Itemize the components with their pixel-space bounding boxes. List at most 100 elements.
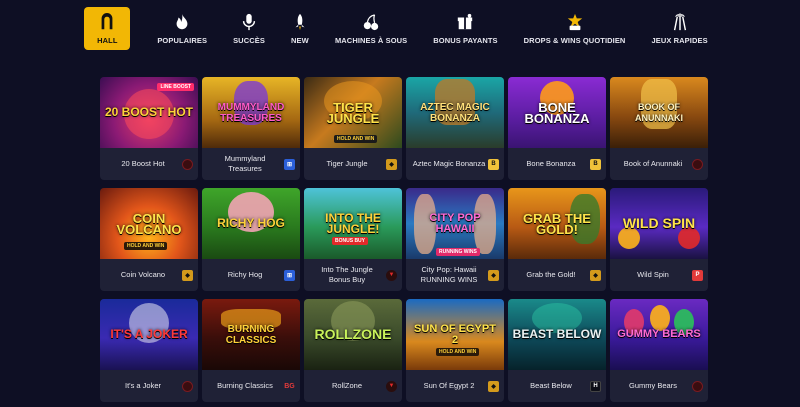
game-card-wild-spin[interactable]: WILD SPIN Wild Spin P — [610, 188, 708, 291]
game-title: Book of Anunnaki — [623, 159, 683, 168]
game-thumbnail[interactable]: GRAB THE GOLD! — [508, 188, 606, 259]
game-art-title: BONE BONANZA — [524, 99, 590, 126]
game-info: Aztec Magic Bonanza B — [406, 148, 504, 180]
nav-label: BONUS PAYANTS — [433, 36, 498, 45]
game-art-title: IT'S A JOKER — [110, 327, 188, 341]
nav-item-drops-wins[interactable]: DROPS & WINS QUOTIDIEN — [516, 7, 634, 50]
game-title: RollZone — [331, 381, 362, 390]
p-provider-icon: P — [692, 269, 703, 281]
game-art-title: MUMMYLAND TREASURES — [217, 101, 285, 124]
game-art-title: ROLLZONE — [314, 326, 392, 342]
game-thumbnail[interactable]: HOLD AND WIN TIGER JUNGLE — [304, 77, 402, 148]
gold-shield-provider-icon: ◆ — [488, 269, 499, 281]
game-card-aztec-magic-bonanza[interactable]: AZTEC MAGIC BONANZA Aztec Magic Bonanza … — [406, 77, 504, 180]
game-title: 20 Boost Hot — [121, 159, 165, 168]
game-thumbnail[interactable]: ROLLZONE — [304, 299, 402, 370]
game-title: Wild Spin — [637, 270, 669, 279]
nav-label: NEW — [291, 36, 309, 45]
dark-round-provider-icon — [692, 380, 703, 392]
nav-label: JEUX RAPIDES — [651, 36, 708, 45]
game-card-grab-the-gold[interactable]: GRAB THE GOLD! Grab the Gold! ◆ — [508, 188, 606, 291]
game-thumbnail[interactable]: RICHY HOG — [202, 188, 300, 259]
nav-item-machines-a-sous[interactable]: MACHINES À SOUS — [327, 7, 415, 50]
game-title: Aztec Magic Bonanza — [412, 159, 486, 168]
nav-item-new[interactable]: NEW — [283, 7, 317, 50]
b-provider-icon: B — [488, 158, 499, 170]
game-card-book-of-anunnaki[interactable]: BOOK OF ANUNNAKI Book of Anunnaki — [610, 77, 708, 180]
nav-label: HALL — [97, 36, 118, 45]
game-card-into-the-jungle[interactable]: BONUS BUY INTO THE JUNGLE! Into The Jung… — [304, 188, 402, 291]
nav-item-populaires[interactable]: POPULAIRES — [149, 7, 215, 50]
game-card-sun-of-egypt-2[interactable]: HOLD AND WIN SUN OF EGYPT 2 Sun Of Egypt… — [406, 299, 504, 402]
game-art-tag: HOLD AND WIN — [436, 348, 480, 356]
category-nav: HALL POPULAIRES SUCCÈS NEW MACHINES À SO… — [0, 0, 800, 58]
game-info: City Pop: Hawaii RUNNING WINS ◆ — [406, 259, 504, 291]
game-card-coin-volcano[interactable]: HOLD AND WIN COIN VOLCANO Coin Volcano ◆ — [100, 188, 198, 291]
game-card-gummy-bears[interactable]: GUMMY BEARS Gummy Bears — [610, 299, 708, 402]
game-card-beast-below[interactable]: BEAST BELOW Beast Below H — [508, 299, 606, 402]
game-card-20-boost-hot[interactable]: LINE BOOST 20 BOOST HOT 20 Boost Hot — [100, 77, 198, 180]
game-info: Wild Spin P — [610, 259, 708, 291]
game-art-title: TIGER JUNGLE — [326, 99, 380, 126]
game-art-title: WILD SPIN — [622, 215, 696, 231]
nav-label: SUCCÈS — [233, 36, 265, 45]
game-title: Richy Hog — [227, 270, 263, 279]
game-info: RollZone ▼ — [304, 370, 402, 402]
game-thumbnail[interactable]: GUMMY BEARS — [610, 299, 708, 370]
game-art-tag: BONUS BUY — [332, 237, 369, 245]
game-art-title: SUN OF EGYPT 2 — [414, 322, 496, 346]
game-info: Sun Of Egypt 2 ◆ — [406, 370, 504, 402]
dark-round-provider-icon — [182, 158, 193, 170]
bg-provider-icon: BG — [284, 382, 295, 390]
game-card-mummyland-treasures[interactable]: MUMMYLAND TREASURES Mummyland Treasures … — [202, 77, 300, 180]
game-title: Burning Classics — [217, 381, 273, 390]
game-thumbnail[interactable]: BONE BONANZA — [508, 77, 606, 148]
red-arrow-provider-icon: ▼ — [386, 269, 397, 281]
game-thumbnail[interactable]: HOLD AND WIN COIN VOLCANO — [100, 188, 198, 259]
game-thumbnail[interactable]: MUMMYLAND TREASURES — [202, 77, 300, 148]
game-art-title: BOOK OF ANUNNAKI — [635, 101, 683, 123]
nav-item-jeux-rapides[interactable]: JEUX RAPIDES — [643, 7, 715, 50]
rocket-icon — [291, 12, 309, 32]
game-thumbnail[interactable]: WILD SPIN — [610, 188, 708, 259]
game-info: Bone Bonanza B — [508, 148, 606, 180]
game-card-burning-classics[interactable]: BURNING CLASSICS Burning Classics BG — [202, 299, 300, 402]
nav-item-hall[interactable]: HALL — [84, 7, 131, 50]
game-card-bone-bonanza[interactable]: BONE BONANZA Bone Bonanza B — [508, 77, 606, 180]
blue-grid-provider-icon: ⊞ — [284, 158, 295, 170]
game-thumbnail[interactable]: BEAST BELOW — [508, 299, 606, 370]
blue-grid-provider-icon: ⊞ — [284, 269, 295, 281]
game-art-tag: RUNNING WINS — [436, 248, 480, 256]
game-art-title: 20 BOOST HOT — [104, 105, 193, 119]
game-thumbnail[interactable]: BOOK OF ANUNNAKI — [610, 77, 708, 148]
game-info: Gummy Bears — [610, 370, 708, 402]
game-title: Bone Bonanza — [526, 159, 576, 168]
game-thumbnail[interactable]: IT'S A JOKER — [100, 299, 198, 370]
gold-shield-provider-icon: ◆ — [182, 269, 193, 281]
nav-item-bonus-payants[interactable]: BONUS PAYANTS — [425, 7, 505, 50]
gift-box-icon — [456, 12, 474, 32]
game-thumbnail[interactable]: BURNING CLASSICS — [202, 299, 300, 370]
game-title: Into The Jungle Bonus Buy — [321, 265, 373, 284]
nav-label: DROPS & WINS QUOTIDIEN — [523, 36, 626, 45]
game-info: Book of Anunnaki — [610, 148, 708, 180]
game-card-city-pop-hawaii[interactable]: RUNNING WINS CITY POP HAWAII City Pop: H… — [406, 188, 504, 291]
game-info: Richy Hog ⊞ — [202, 259, 300, 291]
game-card-rollzone[interactable]: ROLLZONE RollZone ▼ — [304, 299, 402, 402]
game-thumbnail[interactable]: BONUS BUY INTO THE JUNGLE! — [304, 188, 402, 259]
game-thumbnail[interactable]: AZTEC MAGIC BONANZA — [406, 77, 504, 148]
game-art-tag: HOLD AND WIN — [124, 242, 168, 250]
game-thumbnail[interactable]: HOLD AND WIN SUN OF EGYPT 2 — [406, 299, 504, 370]
gold-shield-provider-icon: ◆ — [488, 380, 499, 392]
game-thumbnail[interactable]: LINE BOOST 20 BOOST HOT — [100, 77, 198, 148]
nav-item-succes[interactable]: SUCCÈS — [225, 7, 273, 50]
game-art-title: INTO THE JUNGLE! — [325, 210, 381, 236]
game-info: Mummyland Treasures ⊞ — [202, 148, 300, 180]
game-card-richy-hog[interactable]: RICHY HOG Richy Hog ⊞ — [202, 188, 300, 291]
game-card-its-a-joker[interactable]: IT'S A JOKER It's a Joker — [100, 299, 198, 402]
nav-label: POPULAIRES — [157, 36, 208, 45]
game-art-title: BEAST BELOW — [512, 327, 602, 341]
fireworks-icon — [671, 12, 689, 32]
game-thumbnail[interactable]: RUNNING WINS CITY POP HAWAII — [406, 188, 504, 259]
game-card-tiger-jungle[interactable]: HOLD AND WIN TIGER JUNGLE Tiger Jungle ◆ — [304, 77, 402, 180]
